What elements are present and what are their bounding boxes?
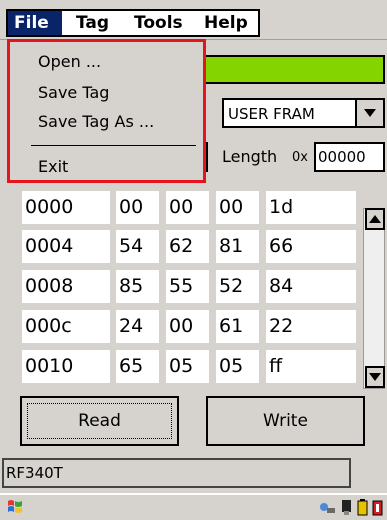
progress-bar (195, 55, 385, 84)
row-address: 000c (22, 310, 110, 343)
byte-cell[interactable]: 24 (116, 310, 159, 343)
length-value: 00000 (318, 148, 366, 166)
read-button[interactable]: Read (20, 396, 179, 446)
scroll-down-icon[interactable] (365, 366, 385, 388)
write-button[interactable]: Write (206, 396, 365, 446)
row-address: 0010 (22, 350, 110, 383)
menu-bar: File Tag Tools Help (0, 0, 387, 40)
byte-cell[interactable]: 05 (216, 350, 259, 383)
byte-cell[interactable]: 00 (216, 191, 259, 224)
byte-cell[interactable]: 55 (166, 270, 209, 303)
menu-item-open-label: Open ... (38, 52, 102, 71)
byte-cell[interactable]: 66 (266, 230, 356, 263)
menu-file[interactable]: File (8, 11, 62, 35)
pen-icon[interactable] (338, 498, 356, 516)
read-button-label: Read (78, 411, 121, 431)
menu-item-open[interactable]: Open ... (38, 52, 101, 71)
byte-cell[interactable]: 1d (266, 191, 356, 224)
scroll-up-icon[interactable] (365, 208, 385, 230)
menu-help[interactable]: Help (198, 11, 254, 35)
row-address: 0004 (22, 230, 110, 263)
grid-scrollbar[interactable] (363, 208, 385, 389)
memory-select[interactable]: USER FRAM (222, 98, 385, 128)
byte-cell[interactable]: 85 (116, 270, 159, 303)
byte-cell[interactable]: 54 (116, 230, 159, 263)
byte-cell[interactable]: 00 (166, 191, 209, 224)
power-icon[interactable] (371, 498, 385, 516)
device-status: RF340T (2, 458, 351, 488)
file-menu-dropdown: Open ... Save Tag Save Tag As ... Exit (8, 40, 205, 182)
byte-cell[interactable]: 84 (266, 270, 356, 303)
menu-item-save-tag-label: Save Tag (38, 83, 110, 102)
byte-cell[interactable]: 22 (266, 310, 356, 343)
menu-tag[interactable]: Tag (70, 11, 115, 35)
byte-cell[interactable]: 61 (216, 310, 259, 343)
byte-cell[interactable]: 81 (216, 230, 259, 263)
taskbar (0, 493, 387, 517)
device-name: RF340T (6, 464, 63, 482)
byte-cell[interactable]: 65 (116, 350, 159, 383)
write-button-label: Write (263, 411, 308, 431)
menu-item-exit[interactable]: Exit (38, 157, 68, 176)
byte-cell[interactable]: 05 (166, 350, 209, 383)
menu-item-save-tag[interactable]: Save Tag (38, 83, 109, 102)
byte-cell[interactable]: ff (266, 350, 356, 383)
row-address: 0000 (22, 191, 110, 224)
byte-cell[interactable]: 62 (166, 230, 209, 263)
length-prefix: 0x (292, 150, 308, 165)
menu-separator (31, 145, 196, 146)
length-label: Length (222, 147, 278, 166)
byte-cell[interactable]: 00 (116, 191, 159, 224)
menu-item-save-tag-as[interactable]: Save Tag As ... (38, 112, 154, 131)
chevron-down-icon[interactable] (355, 100, 383, 126)
memory-select-value: USER FRAM (228, 105, 315, 123)
byte-cell[interactable]: 52 (216, 270, 259, 303)
length-field[interactable]: 00000 (314, 142, 385, 172)
windows-start-icon[interactable] (6, 498, 24, 516)
menu-item-exit-label: Exit (38, 157, 69, 176)
network-icon[interactable] (318, 498, 336, 516)
menu-group: File Tag Tools Help (6, 9, 260, 37)
byte-cell[interactable]: 00 (166, 310, 209, 343)
row-address: 0008 (22, 270, 110, 303)
menu-tools[interactable]: Tools (128, 11, 189, 35)
menu-item-save-tag-as-label: Save Tag As ... (38, 112, 155, 131)
